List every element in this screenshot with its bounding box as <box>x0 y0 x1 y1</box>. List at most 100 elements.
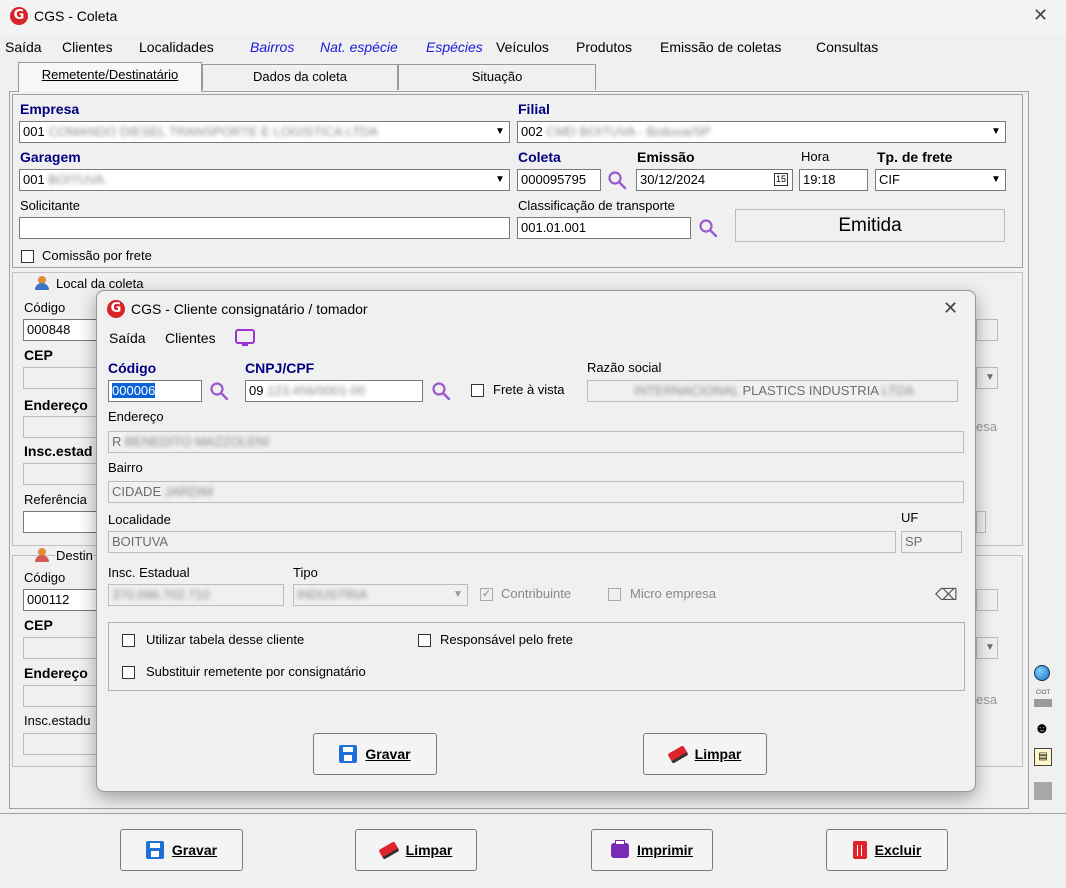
menu-saida[interactable]: Saída <box>5 39 42 55</box>
dialog-menu-clientes[interactable]: Clientes <box>165 330 216 346</box>
destino-right-field <box>976 589 998 611</box>
menu-especies[interactable]: Espécies <box>426 39 483 55</box>
substituir-remetente-label: Substituir remetente por consignatário <box>146 664 366 679</box>
emissao-label: Emissão <box>637 149 695 165</box>
menu-clientes[interactable]: Clientes <box>62 39 113 55</box>
dialog-localidade-input: BOITUVA <box>108 531 896 553</box>
destino-codigo-label: Código <box>24 570 66 585</box>
search-icon[interactable] <box>607 170 627 190</box>
ciot-icon[interactable] <box>1034 699 1052 707</box>
menu-emissao-coletas[interactable]: Emissão de coletas <box>660 39 781 55</box>
chevron-down-icon: ▼ <box>495 174 505 185</box>
dialog-codigo-input[interactable]: 000006 <box>108 380 202 402</box>
destino-insc-label: Insc.estadu <box>24 713 91 728</box>
tp-frete-select[interactable]: CIF ▼ <box>875 169 1006 191</box>
document-icon[interactable]: ▤ <box>1034 748 1052 766</box>
dialog-cnpj-input[interactable]: 09.123.456/0001-00 <box>245 380 423 402</box>
coleta-input[interactable]: 000095795 <box>517 169 601 191</box>
chevron-down-icon: ▼ <box>453 589 463 600</box>
coleta-label: Coleta <box>518 149 561 165</box>
search-icon[interactable] <box>431 381 451 401</box>
eraser-icon <box>667 744 689 764</box>
local-cep-input <box>23 367 99 389</box>
search-icon[interactable] <box>698 218 718 238</box>
classificacao-label: Classificação de transporte <box>518 198 675 213</box>
limpar-button[interactable]: Limpar <box>355 829 477 871</box>
dialog-uf-label: UF <box>901 510 919 525</box>
excluir-button[interactable]: Excluir <box>826 829 948 871</box>
tab-situacao[interactable]: Situação <box>398 64 596 90</box>
dialog-close-button[interactable]: ✕ <box>943 298 958 319</box>
dialog-menu-saida[interactable]: Saída <box>109 330 146 346</box>
responsavel-frete-label: Responsável pelo frete <box>440 632 573 647</box>
menu-consultas[interactable]: Consultas <box>816 39 878 55</box>
local-cep-label: CEP <box>24 347 53 363</box>
dialog-insc-input: 370.096.702.710 <box>108 584 284 606</box>
gray-square-icon[interactable] <box>1034 782 1052 800</box>
save-icon <box>145 841 164 859</box>
menu-produtos[interactable]: Produtos <box>576 39 632 55</box>
globe-icon[interactable] <box>1034 665 1052 683</box>
menu-nat-especie[interactable]: Nat. espécie <box>320 39 398 55</box>
local-coleta-title: Local da coleta <box>56 276 144 291</box>
user-icon <box>35 548 49 562</box>
eraser-icon <box>378 840 400 860</box>
local-codigo-input[interactable]: 000848 <box>23 319 99 341</box>
menu-veiculos[interactable]: Veículos <box>496 39 549 55</box>
menu-bairros[interactable]: Bairros <box>250 39 294 55</box>
local-right-field-2 <box>976 511 986 533</box>
save-icon <box>339 745 358 763</box>
destino-cep-label: CEP <box>24 617 53 633</box>
local-right-select: ▼ <box>976 367 998 389</box>
ciot-label: CIOT <box>1035 690 1051 696</box>
contribuinte-label: Contribuinte <box>501 586 572 601</box>
menu-localidades[interactable]: Localidades <box>139 39 214 55</box>
comissao-checkbox[interactable] <box>21 250 34 263</box>
destino-cep-input <box>23 637 99 659</box>
imprimir-button[interactable]: Imprimir <box>591 829 713 871</box>
emissao-date-input[interactable]: 30/12/2024 15 <box>636 169 793 191</box>
utilizar-tabela-checkbox[interactable] <box>122 634 135 647</box>
person-icon[interactable]: ☻ <box>1034 720 1052 738</box>
substituir-remetente-checkbox[interactable] <box>122 666 135 679</box>
dialog-title: CGS - Cliente consignatário / tomador <box>131 301 368 317</box>
local-empresa-suffix: esa <box>976 419 997 434</box>
destino-right-select: ▼ <box>976 637 998 659</box>
printer-icon <box>610 839 629 858</box>
garagem-select[interactable]: 001 BOITUVA ▼ <box>19 169 510 191</box>
empresa-select[interactable]: 001 COMANDO DIESEL TRANSPORTE E LOGISTIC… <box>19 121 510 143</box>
frete-vista-label: Frete à vista <box>493 382 565 397</box>
destino-codigo-input[interactable]: 000112 <box>23 589 99 611</box>
filial-select[interactable]: 002 CMD BOITUVA - Boituva/SP ▼ <box>517 121 1006 143</box>
calendar-icon[interactable]: 15 <box>774 173 788 186</box>
classificacao-input[interactable]: 001.01.001 <box>517 217 691 239</box>
local-endereco-label: Endereço <box>24 397 88 413</box>
local-codigo-label: Código <box>24 300 66 315</box>
filial-label: Filial <box>518 101 550 117</box>
local-right-field <box>976 319 998 341</box>
user-icon <box>35 276 49 290</box>
responsavel-frete-checkbox[interactable] <box>418 634 431 647</box>
tab-dados-coleta[interactable]: Dados da coleta <box>202 64 398 90</box>
window-title: CGS - Coleta <box>34 8 118 24</box>
dialog-bairro-label: Bairro <box>108 460 143 475</box>
dialog-cnpj-label: CNPJ/CPF <box>245 360 315 376</box>
hora-input[interactable]: 19:18 <box>799 169 868 191</box>
frete-vista-checkbox[interactable] <box>471 384 484 397</box>
tab-remetente-destinatario[interactable]: Remetente/Destinatário <box>18 62 202 92</box>
close-window-button[interactable]: ✕ <box>1033 5 1048 26</box>
app-logo-icon: G <box>107 300 125 318</box>
monitor-icon[interactable] <box>235 329 255 346</box>
gravar-button[interactable]: Gravar <box>120 829 243 871</box>
local-referencia-input[interactable] <box>23 511 99 533</box>
dialog-codigo-label: Código <box>108 360 157 376</box>
trash-icon <box>852 841 867 859</box>
dialog-insc-label: Insc. Estadual <box>108 565 190 580</box>
destino-title: Destin <box>56 548 93 563</box>
dialog-bairro-input: CIDADE JARDIM <box>108 481 964 503</box>
dialog-gravar-button[interactable]: Gravar <box>313 733 437 775</box>
dialog-limpar-button[interactable]: Limpar <box>643 733 767 775</box>
search-icon[interactable] <box>209 381 229 401</box>
eraser-tool-icon[interactable]: ⌫ <box>935 585 958 607</box>
solicitante-input[interactable] <box>19 217 510 239</box>
